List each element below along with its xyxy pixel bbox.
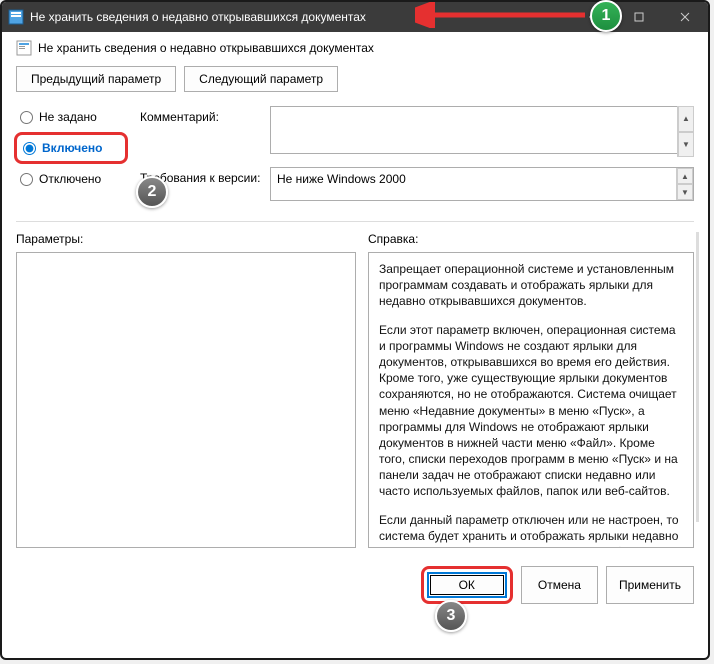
comment-label: Комментарий: (140, 106, 270, 157)
callout-1: 1 (590, 0, 622, 32)
version-value: Не ниже Windows 2000 (277, 172, 406, 186)
apply-button[interactable]: Применить (606, 566, 694, 604)
radio-disabled-input[interactable] (20, 173, 33, 186)
arrow-1 (415, 2, 595, 28)
version-spinner[interactable]: ▲ ▼ (676, 168, 693, 200)
policy-header: Не хранить сведения о недавно открывавши… (16, 40, 694, 56)
spinner-up[interactable]: ▲ (677, 168, 693, 184)
spinner-down[interactable]: ▼ (677, 184, 693, 200)
spinner-down[interactable]: ▼ (678, 132, 694, 158)
policy-window: Не хранить сведения о недавно открывавши… (0, 0, 710, 660)
ok-button[interactable]: ОК (427, 572, 507, 598)
close-button[interactable] (662, 2, 708, 32)
help-p1: Запрещает операционной системе и установ… (379, 261, 683, 310)
maximize-button[interactable] (616, 2, 662, 32)
callout-2: 2 (136, 176, 168, 208)
callout-3: 3 (435, 600, 467, 632)
radio-not-configured[interactable]: Не задано (16, 108, 128, 126)
next-setting-button[interactable]: Следующий параметр (184, 66, 338, 92)
params-label: Параметры: (16, 232, 356, 246)
scrollbar[interactable] (696, 232, 699, 522)
divider (16, 221, 694, 222)
radio-enabled-input[interactable] (23, 142, 36, 155)
app-icon (8, 9, 24, 25)
comment-spinner[interactable]: ▲ ▼ (677, 106, 694, 157)
previous-setting-button[interactable]: Предыдущий параметр (16, 66, 176, 92)
radio-disabled-label: Отключено (39, 172, 101, 186)
params-box (16, 252, 356, 548)
cancel-button[interactable]: Отмена (521, 566, 598, 604)
highlight-ok: ОК (421, 566, 513, 604)
help-box[interactable]: Запрещает операционной системе и установ… (368, 252, 694, 548)
radio-not-configured-input[interactable] (20, 111, 33, 124)
radio-enabled-label: Включено (42, 141, 102, 155)
policy-icon (16, 40, 32, 56)
help-p3: Если данный параметр отключен или не нас… (379, 512, 683, 548)
spinner-up[interactable]: ▲ (678, 106, 694, 132)
radio-not-configured-label: Не задано (39, 110, 97, 124)
version-box: Не ниже Windows 2000 ▲ ▼ (270, 167, 694, 201)
footer: ОК Отмена Применить (2, 556, 708, 614)
radio-enabled[interactable]: Включено (19, 139, 123, 157)
window-title: Не хранить сведения о недавно открывавши… (30, 10, 366, 24)
help-p2: Если этот параметр включен, операционная… (379, 322, 683, 500)
comment-textarea[interactable] (270, 106, 694, 154)
radio-disabled[interactable]: Отключено (16, 170, 128, 188)
highlight-enabled: Включено (14, 132, 128, 164)
help-label: Справка: (368, 232, 694, 246)
policy-title: Не хранить сведения о недавно открывавши… (38, 41, 374, 55)
